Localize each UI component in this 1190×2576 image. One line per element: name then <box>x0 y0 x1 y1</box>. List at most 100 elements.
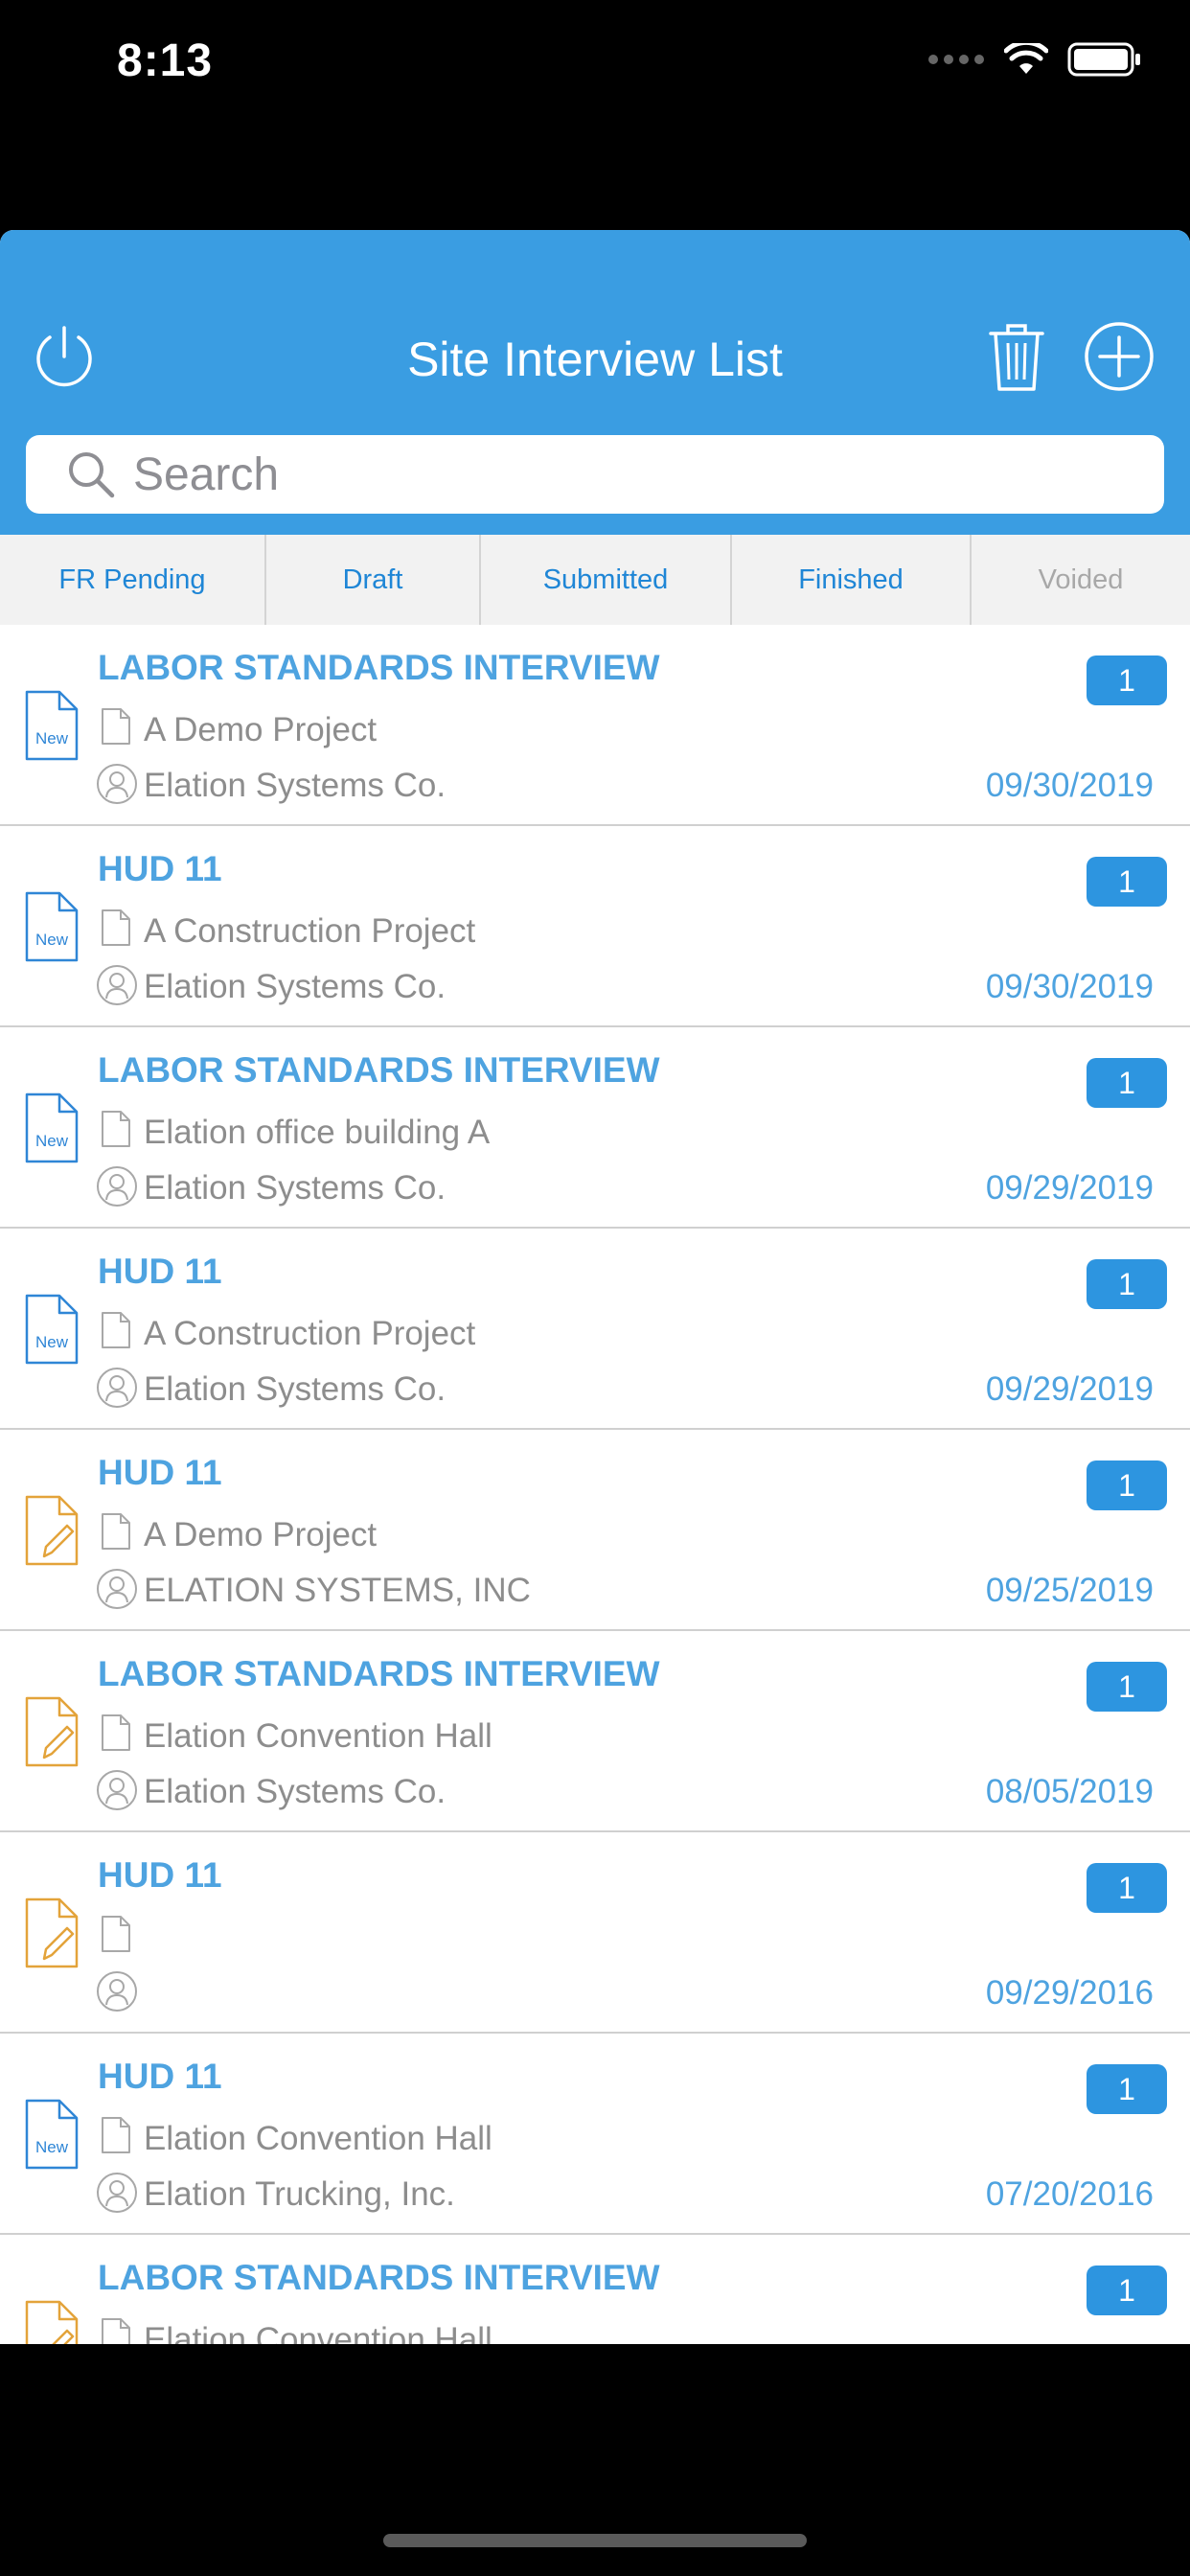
item-date: 07/20/2016 <box>985 2175 1154 2213</box>
item-project: A Demo Project <box>144 711 378 748</box>
list-item[interactable]: New HUD 11 Elation Convention Hall Elati… <box>0 2034 1190 2235</box>
item-project: Elation office building A <box>144 1114 491 1151</box>
tab-draft[interactable]: Draft <box>266 535 481 625</box>
count-badge: 1 <box>1087 1259 1167 1309</box>
tab-submitted[interactable]: Submitted <box>481 535 732 625</box>
project-document-icon <box>102 1916 130 1952</box>
project-document-icon <box>102 1111 130 1147</box>
new-document-icon: New <box>25 891 79 962</box>
item-company: Elation Systems Co. <box>144 1773 446 1810</box>
item-company: Elation Systems Co. <box>144 968 446 1005</box>
person-icon <box>97 764 137 804</box>
item-title: HUD 11 <box>98 1855 222 1895</box>
draft-document-icon <box>25 1898 79 1968</box>
new-document-icon: New <box>25 2099 79 2170</box>
project-document-icon <box>102 2117 130 2153</box>
list-item[interactable]: New LABOR STANDARDS INTERVIEW A Demo Pro… <box>0 625 1190 826</box>
person-icon <box>97 2173 137 2213</box>
item-company: Elation Systems Co. <box>144 767 446 804</box>
wifi-icon <box>1004 43 1048 74</box>
count-badge: 1 <box>1087 1662 1167 1712</box>
count-badge: 1 <box>1087 1058 1167 1108</box>
count-badge: 1 <box>1087 2266 1167 2315</box>
count-badge: 1 <box>1087 2064 1167 2114</box>
item-title: LABOR STANDARDS INTERVIEW <box>98 1654 660 1693</box>
tab-fr-pending[interactable]: FR Pending <box>0 535 266 625</box>
item-title: HUD 11 <box>98 2057 222 2096</box>
project-document-icon <box>102 909 130 946</box>
cellular-signal-icon <box>928 55 984 64</box>
item-project: Elation Convention Hall <box>144 2120 492 2157</box>
app-container: Site Interview List FR PendingDraftSubmi… <box>0 230 1190 2344</box>
list-item[interactable]: New HUD 11 A Construction Project Elatio… <box>0 826 1190 1027</box>
draft-document-icon <box>25 1696 79 1767</box>
item-project: Elation Convention Hall <box>144 1717 492 1755</box>
tab-finished[interactable]: Finished <box>732 535 972 625</box>
search-icon <box>69 452 115 498</box>
battery-icon <box>1067 42 1140 77</box>
list-item[interactable]: HUD 11 1 09/29/2016 <box>0 1832 1190 2034</box>
draft-document-icon <box>25 1495 79 1566</box>
status-label: New <box>35 2138 69 2156</box>
count-badge: 1 <box>1087 1460 1167 1510</box>
status-icons <box>927 42 1142 77</box>
item-company: ELATION SYSTEMS, INC <box>144 1572 531 1609</box>
person-icon <box>97 965 137 1005</box>
tab-voided[interactable]: Voided <box>972 535 1190 625</box>
item-title: LABOR STANDARDS INTERVIEW <box>98 1050 660 1090</box>
project-document-icon <box>102 2318 130 2344</box>
item-company: Elation Systems Co. <box>144 1370 446 1408</box>
list-item[interactable]: New HUD 11 A Construction Project Elatio… <box>0 1229 1190 1430</box>
item-title: HUD 11 <box>98 1453 222 1492</box>
project-document-icon <box>102 708 130 745</box>
interview-list: New LABOR STANDARDS INTERVIEW A Demo Pro… <box>0 625 1190 2344</box>
item-project: A Demo Project <box>144 1516 378 1553</box>
list-item[interactable]: HUD 11 A Demo Project ELATION SYSTEMS, I… <box>0 1430 1190 1631</box>
status-label: New <box>35 931 69 949</box>
new-document-icon: New <box>25 1294 79 1365</box>
status-label: New <box>35 1333 69 1351</box>
count-badge: 1 <box>1087 1863 1167 1913</box>
person-icon <box>97 1569 137 1609</box>
status-label: New <box>35 729 69 748</box>
item-title: LABOR STANDARDS INTERVIEW <box>98 648 660 687</box>
item-date: 09/29/2019 <box>985 1370 1154 1408</box>
search-input[interactable] <box>131 447 1093 502</box>
person-icon <box>97 1770 137 1810</box>
count-badge: 1 <box>1087 857 1167 907</box>
item-date: 09/30/2019 <box>985 968 1154 1005</box>
person-icon <box>97 1368 137 1408</box>
item-date: 09/29/2019 <box>985 1169 1154 1207</box>
navigation-header: Site Interview List <box>0 230 1190 535</box>
trash-icon[interactable] <box>987 320 1046 393</box>
list-item[interactable]: LABOR STANDARDS INTERVIEW Elation Conven… <box>0 2235 1190 2344</box>
new-document-icon: New <box>25 690 79 761</box>
item-date: 09/30/2019 <box>985 767 1154 804</box>
item-company: Elation Systems Co. <box>144 1169 446 1207</box>
item-company: Elation Trucking, Inc. <box>144 2175 455 2213</box>
project-document-icon <box>102 1312 130 1348</box>
item-date: 09/29/2016 <box>985 1974 1154 2012</box>
item-title: HUD 11 <box>98 1252 222 1291</box>
list-item[interactable]: LABOR STANDARDS INTERVIEW Elation Conven… <box>0 1631 1190 1832</box>
home-indicator[interactable] <box>383 2534 807 2547</box>
add-icon[interactable] <box>1083 320 1156 393</box>
search-bar[interactable] <box>26 435 1164 514</box>
draft-document-icon <box>25 2300 79 2344</box>
status-time: 8:13 <box>117 35 214 86</box>
person-icon <box>97 1971 137 2012</box>
item-date: 08/05/2019 <box>985 1773 1154 1810</box>
list-item[interactable]: New LABOR STANDARDS INTERVIEW Elation of… <box>0 1027 1190 1229</box>
project-document-icon <box>102 1513 130 1550</box>
item-project: Elation Convention Hall <box>144 2321 492 2344</box>
item-date: 09/25/2019 <box>985 1572 1154 1609</box>
item-title: HUD 11 <box>98 849 222 888</box>
person-icon <box>97 1166 137 1207</box>
status-bar: 8:13 <box>0 0 1190 134</box>
new-document-icon: New <box>25 1092 79 1163</box>
item-project: A Construction Project <box>144 912 476 950</box>
project-document-icon <box>102 1714 130 1751</box>
filter-tabs: FR Pending Draft Submitted Finished Voided <box>0 535 1190 627</box>
item-project: A Construction Project <box>144 1315 476 1352</box>
count-badge: 1 <box>1087 656 1167 705</box>
